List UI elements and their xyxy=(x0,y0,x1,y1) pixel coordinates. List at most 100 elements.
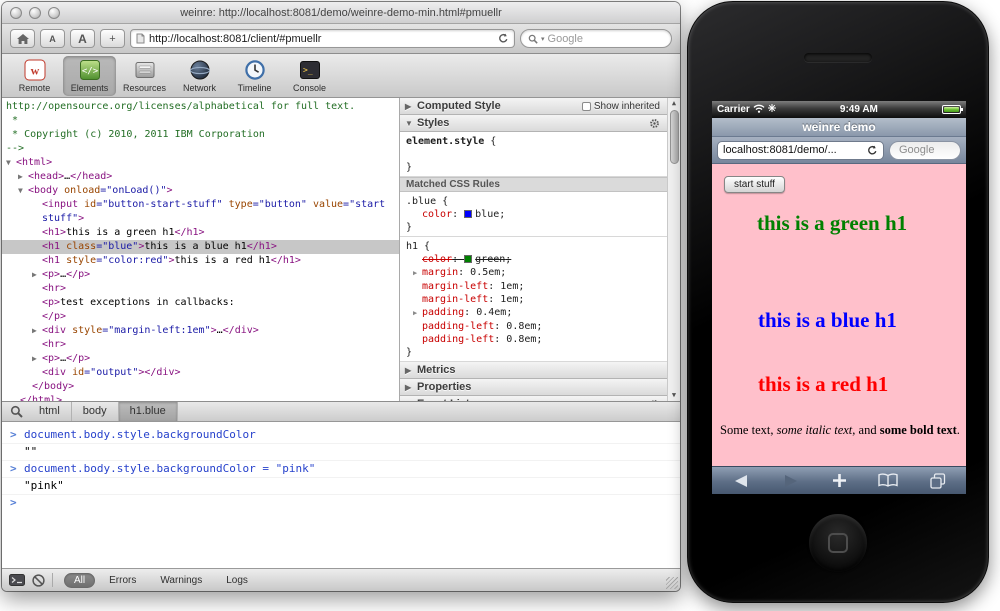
section-header-metrics[interactable]: ▶Metrics xyxy=(400,362,680,379)
section-header-properties[interactable]: ▶Properties xyxy=(400,379,680,396)
css-property[interactable]: color: green; xyxy=(400,253,680,266)
dom-tree-node[interactable]: <h1 style="color:red">this is a red h1</… xyxy=(2,254,399,268)
dom-tree-node[interactable]: * Copyright (c) 2010, 2011 IBM Corporati… xyxy=(2,128,399,142)
home-button[interactable] xyxy=(10,29,35,48)
divider xyxy=(52,573,53,587)
scroll-down-icon[interactable]: ▼ xyxy=(672,391,676,400)
add-bookmark-icon[interactable] xyxy=(832,473,847,488)
breadcrumb-body[interactable]: body xyxy=(72,402,119,421)
zoom-window-button[interactable] xyxy=(48,7,60,19)
filter-errors[interactable]: Errors xyxy=(99,573,146,588)
toolbar-label: Resources xyxy=(123,83,166,93)
expand-icon[interactable]: ▶ xyxy=(413,267,422,280)
filter-all[interactable]: All xyxy=(64,573,95,588)
gear-icon[interactable] xyxy=(649,399,660,402)
toolbar-network-button[interactable]: Network xyxy=(173,56,226,96)
checkbox-icon[interactable] xyxy=(582,102,591,111)
decrease-font-button[interactable]: A xyxy=(40,29,65,48)
back-icon[interactable] xyxy=(732,474,750,488)
search-field[interactable]: ▾ Google xyxy=(520,29,672,48)
filter-warnings[interactable]: Warnings xyxy=(150,573,212,588)
dom-tree-node[interactable]: <input id="button-start-stuff" type="but… xyxy=(2,198,399,226)
clear-console-icon[interactable] xyxy=(32,574,45,587)
toolbar-console-button[interactable]: >_Console xyxy=(283,56,336,96)
breadcrumb-h1.blue[interactable]: h1.blue xyxy=(119,402,178,421)
reload-icon[interactable] xyxy=(498,33,509,44)
mobile-search-field[interactable]: Google xyxy=(889,141,961,160)
dom-tree-node[interactable]: ▶<p>…</p> xyxy=(2,352,399,366)
dom-tree-node[interactable]: ▶<p>…</p> xyxy=(2,268,399,282)
dom-tree-node[interactable]: http://opensource.org/licenses/alphabeti… xyxy=(2,100,399,114)
dom-tree-node[interactable]: <hr> xyxy=(2,338,399,352)
css-property[interactable]: margin-left: 1em; xyxy=(400,280,680,293)
console-panel[interactable]: >document.body.style.backgroundColor"">d… xyxy=(2,422,680,568)
dom-tree-node[interactable]: </html> xyxy=(2,394,399,401)
breadcrumb: htmlbodyh1.blue xyxy=(2,402,680,422)
pages-icon[interactable] xyxy=(930,473,946,489)
dom-tree-node[interactable]: --> xyxy=(2,142,399,156)
phone-home-button[interactable] xyxy=(809,514,867,572)
section-header-event-listeners[interactable]: ▶Event Listeners xyxy=(400,396,680,401)
dom-tree-node[interactable]: <h1>this is a green h1</h1> xyxy=(2,226,399,240)
styles-section-header[interactable]: ▼ Styles xyxy=(400,115,680,132)
dom-tree-node[interactable]: <hr> xyxy=(2,282,399,296)
mobile-reload-icon[interactable] xyxy=(867,145,878,156)
toolbar-resources-button[interactable]: Resources xyxy=(118,56,171,96)
dom-tree-node[interactable]: ▼<html> xyxy=(2,156,399,170)
dom-tree-node[interactable]: * xyxy=(2,114,399,128)
mobile-url-bar: localhost:8081/demo/... Google xyxy=(712,137,966,164)
dom-tree-node[interactable]: </body> xyxy=(2,380,399,394)
toolbar-elements-button[interactable]: </>Elements xyxy=(63,56,116,96)
dom-tree-node-selected[interactable]: <h1 class="blue">this is a blue h1</h1> xyxy=(2,240,399,254)
increase-font-button[interactable]: A xyxy=(70,29,95,48)
minimize-window-button[interactable] xyxy=(29,7,41,19)
address-bar[interactable]: http://localhost:8081/client/#pmuellr xyxy=(130,29,515,48)
element-style-rule[interactable]: element.style { } xyxy=(400,132,680,177)
css-property[interactable]: ▶margin: 0.5em; xyxy=(400,266,680,280)
inspect-magnifier-icon[interactable] xyxy=(6,405,26,418)
filter-logs[interactable]: Logs xyxy=(216,573,258,588)
css-property[interactable]: color: blue; xyxy=(400,208,680,221)
console-toggle-icon[interactable] xyxy=(9,574,25,586)
gear-icon[interactable] xyxy=(649,118,660,129)
scroll-up-icon[interactable]: ▲ xyxy=(672,99,676,108)
breadcrumb-html[interactable]: html xyxy=(28,402,72,421)
console-prompt[interactable]: > xyxy=(2,495,680,511)
new-tab-button[interactable]: + xyxy=(100,29,125,48)
show-inherited-checkbox[interactable]: Show inherited xyxy=(582,101,660,112)
inspector-toolbar: wRemote</>Elements Resources NetworkTimeli… xyxy=(2,54,680,98)
dom-tree-node[interactable]: ▼<body onload="onLoad()"> xyxy=(2,184,399,198)
weinre-browser-window: weinre: http://localhost:8081/demo/weinr… xyxy=(2,2,680,591)
forward-icon[interactable] xyxy=(782,474,800,488)
console-prompt-icon: > xyxy=(10,496,24,510)
css-property[interactable]: padding-left: 0.8em; xyxy=(400,320,680,333)
matched-css-rules-header: Matched CSS Rules xyxy=(400,177,680,192)
console-icon: >_ xyxy=(299,59,321,82)
search-dropdown-arrow[interactable]: ▾ xyxy=(541,35,545,43)
dom-tree-node[interactable]: <div id="output"></div> xyxy=(2,366,399,380)
resize-grip[interactable] xyxy=(666,577,678,589)
toolbar-remote-button[interactable]: wRemote xyxy=(8,56,61,96)
dom-tree-node[interactable]: ▶<div style="margin-left:1em">…</div> xyxy=(2,324,399,338)
css-rule[interactable]: h1 {color: green;▶margin: 0.5em;margin-l… xyxy=(400,237,680,362)
dom-tree-node[interactable]: </p> xyxy=(2,310,399,324)
elements-icon: </> xyxy=(79,59,101,82)
bookmarks-book-icon[interactable] xyxy=(878,473,898,488)
iphone-device: Carrier 9:49 AM weinre demo localhost:80… xyxy=(687,1,989,603)
close-window-button[interactable] xyxy=(10,7,22,19)
scrollbar-thumb[interactable] xyxy=(670,110,679,164)
window-titlebar[interactable]: weinre: http://localhost:8081/demo/weinr… xyxy=(2,2,680,24)
css-rule[interactable]: .blue {color: blue;} xyxy=(400,192,680,237)
mobile-address-field[interactable]: localhost:8081/demo/... xyxy=(717,141,884,160)
start-stuff-button[interactable]: start stuff xyxy=(724,176,785,193)
computed-style-section-header[interactable]: ▶ Computed Style Show inherited xyxy=(400,98,680,115)
styles-scrollbar[interactable]: ▲ ▼ xyxy=(667,98,680,401)
expand-icon[interactable]: ▶ xyxy=(413,307,422,320)
mobile-page-title: weinre demo xyxy=(712,118,966,137)
dom-tree-node[interactable]: <p>test exceptions in callbacks: xyxy=(2,296,399,310)
dom-tree-node[interactable]: ▶<head>…</head> xyxy=(2,170,399,184)
css-property[interactable]: padding-left: 0.8em; xyxy=(400,333,680,346)
css-property[interactable]: ▶padding: 0.4em; xyxy=(400,306,680,320)
css-property[interactable]: margin-left: 1em; xyxy=(400,293,680,306)
toolbar-timeline-button[interactable]: Timeline xyxy=(228,56,281,96)
